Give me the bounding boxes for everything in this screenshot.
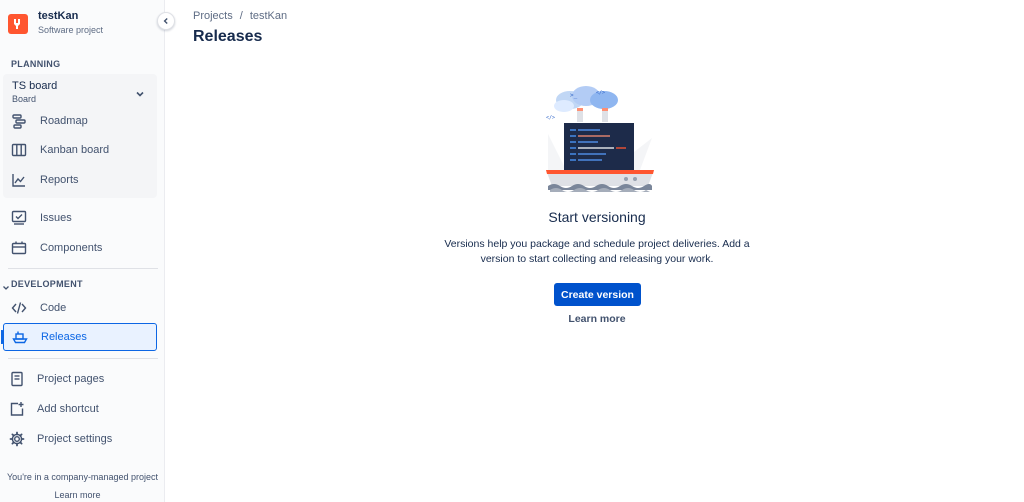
sidebar-divider xyxy=(8,358,158,359)
project-type: Software project xyxy=(38,25,104,35)
sidebar-item-kanban-board[interactable]: Kanban board xyxy=(3,136,157,164)
code-icon xyxy=(11,300,27,316)
sidebar-item-add-shortcut[interactable]: Add shortcut xyxy=(3,395,157,423)
sidebar-item-roadmap[interactable]: Roadmap xyxy=(3,107,157,135)
gear-icon xyxy=(9,431,25,447)
page-icon xyxy=(9,371,25,387)
breadcrumb-separator: / xyxy=(239,10,243,22)
chevron-down-icon[interactable] xyxy=(135,86,145,104)
sidebar-item-code[interactable]: Code xyxy=(3,294,157,322)
svg-text:>_: >_ xyxy=(570,92,578,99)
kanban-board-icon xyxy=(11,142,27,158)
add-shortcut-icon xyxy=(9,401,25,417)
components-icon xyxy=(11,240,27,256)
project-sidebar: testKan Software project PLANNING TS boa… xyxy=(0,0,165,502)
sidebar-item-label: Project pages xyxy=(37,373,105,385)
board-name: TS board xyxy=(12,80,58,92)
sidebar-divider xyxy=(8,268,158,269)
svg-text:</>: </> xyxy=(546,115,555,121)
ship-icon xyxy=(12,329,28,345)
sidebar-item-label: Issues xyxy=(40,212,72,224)
active-indicator xyxy=(1,330,4,344)
sidebar-item-label: Kanban board xyxy=(40,144,110,156)
breadcrumb-projects[interactable]: Projects xyxy=(193,10,233,22)
create-version-button[interactable]: Create version xyxy=(554,283,641,306)
project-tools-icon xyxy=(14,18,20,29)
development-section-label: DEVELOPMENT xyxy=(11,279,83,289)
sidebar-item-label: Releases xyxy=(41,331,87,343)
sidebar-item-label: Components xyxy=(40,242,103,254)
page-title: Releases xyxy=(193,28,263,45)
company-managed-note: You're in a company-managed project xyxy=(7,472,158,482)
empty-state-description: Versions help you package and schedule p… xyxy=(444,238,750,265)
sidebar-item-label: Roadmap xyxy=(40,115,88,127)
roadmap-icon xyxy=(11,113,27,129)
issues-icon xyxy=(11,210,27,226)
sidebar-item-releases[interactable]: Releases xyxy=(1,323,157,351)
breadcrumb: Projects / testKan xyxy=(193,10,287,22)
project-avatar xyxy=(8,13,28,34)
sidebar-item-label: Reports xyxy=(40,174,79,186)
svg-text:</>: </> xyxy=(596,90,605,96)
sidebar-collapse-button[interactable] xyxy=(157,12,175,30)
reports-icon xyxy=(11,172,27,188)
board-selector[interactable]: TS board Board xyxy=(12,80,57,105)
learn-more-link[interactable]: Learn more xyxy=(547,313,647,325)
sidebar-item-label: Add shortcut xyxy=(37,403,99,415)
breadcrumb-project[interactable]: testKan xyxy=(250,10,287,22)
board-sub: Board xyxy=(12,94,37,104)
sidebar-item-issues[interactable]: Issues xyxy=(3,204,157,232)
sidebar-item-project-pages[interactable]: Project pages xyxy=(3,365,157,393)
project-name: testKan xyxy=(38,10,79,22)
sidebar-item-project-settings[interactable]: Project settings xyxy=(3,425,157,453)
chevron-left-icon xyxy=(163,17,168,25)
sidebar-item-label: Code xyxy=(40,302,67,314)
planning-section-label: PLANNING xyxy=(11,59,61,69)
sidebar-item-reports[interactable]: Reports xyxy=(3,166,157,194)
sidebar-item-label: Project settings xyxy=(37,433,113,445)
ship-illustration: >_ </> </> xyxy=(546,86,654,192)
project-header[interactable]: testKan Software project xyxy=(8,10,103,37)
sidebar-learn-more-link[interactable]: Learn more xyxy=(0,490,155,500)
empty-state-title: Start versioning xyxy=(548,209,646,225)
sidebar-item-components[interactable]: Components xyxy=(3,234,157,262)
